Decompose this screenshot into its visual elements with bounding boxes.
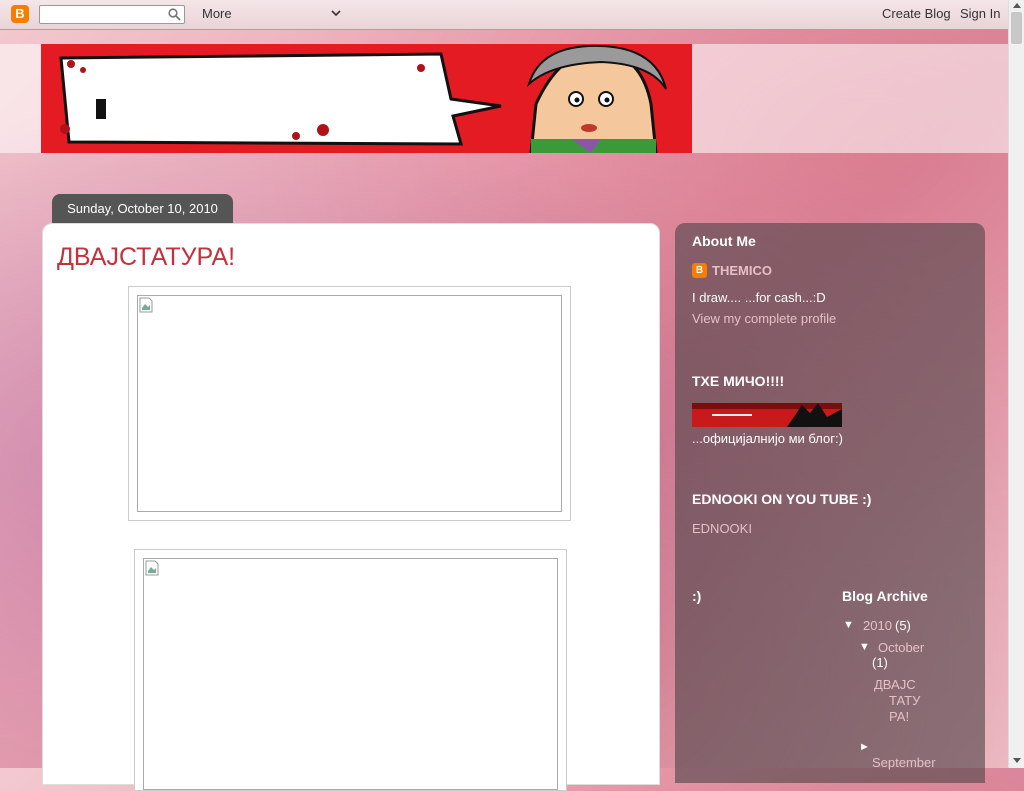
archive-post-link[interactable]: ТАТУ xyxy=(889,693,920,708)
view-profile-link[interactable]: View my complete profile xyxy=(692,311,836,326)
ticho-caption: ...официјалнијо ми блог:) xyxy=(692,431,843,446)
archive-year-link[interactable]: 2010 xyxy=(863,618,892,633)
archive-year-toggle-icon[interactable]: ▼ xyxy=(843,619,854,631)
scroll-up-arrow-icon[interactable] xyxy=(1013,3,1021,8)
scroll-thumb[interactable] xyxy=(1011,12,1022,44)
blogger-profile-icon: B xyxy=(692,263,707,278)
banner-illustration xyxy=(41,44,692,153)
post-image[interactable] xyxy=(143,558,558,790)
blogger-navbar: B More Create Blog Sign In xyxy=(0,0,1008,30)
archive-post-link[interactable]: РА! xyxy=(889,709,909,724)
archive-post-link[interactable]: ДВАЈС xyxy=(874,677,916,692)
archive-month-count: (1) xyxy=(872,655,888,670)
ticho-banner-illustration xyxy=(692,403,842,427)
blog-archive-heading: Blog Archive xyxy=(842,588,928,604)
scroll-down-arrow-icon[interactable] xyxy=(1013,758,1021,763)
archive-month-link[interactable]: October xyxy=(878,640,924,655)
ednooki-youtube-link[interactable]: EDNOOKI xyxy=(692,521,752,536)
post-image-frame xyxy=(128,286,571,521)
youtube-heading: EDNOOKI ON YOU TUBE :) xyxy=(692,491,872,507)
blogger-logo-icon[interactable]: B xyxy=(11,5,29,23)
post-title-link[interactable]: ДВАЈСТАТУРА! xyxy=(57,243,235,272)
main-post-column: ДВАЈСТАТУРА! xyxy=(42,223,660,791)
profile-name-link[interactable]: THEMICO xyxy=(712,263,772,278)
archive-year-count: (5) xyxy=(895,618,911,633)
blog-header-banner[interactable] xyxy=(41,44,692,153)
navbar-search-input[interactable] xyxy=(40,6,168,23)
about-me-heading: About Me xyxy=(692,233,756,249)
ticho-banner-image[interactable] xyxy=(692,403,842,427)
post-image-frame xyxy=(134,549,567,791)
profile-bio: I draw.... ...for cash...:D xyxy=(692,290,826,305)
sign-in-link[interactable]: Sign In xyxy=(960,6,1000,21)
navbar-search-box xyxy=(39,5,185,24)
archive-next-month-toggle-icon[interactable]: ► xyxy=(859,741,870,753)
create-blog-link[interactable]: Create Blog xyxy=(882,6,951,21)
smiley-heading: :) xyxy=(692,588,702,604)
search-icon[interactable] xyxy=(168,8,181,21)
page-scrollbar[interactable] xyxy=(1008,0,1024,768)
post-image[interactable] xyxy=(137,295,562,512)
broken-image-icon xyxy=(145,560,159,576)
broken-image-icon xyxy=(139,297,153,313)
sidebar: About Me B THEMICO I draw.... ...for cas… xyxy=(675,223,985,783)
post-date-header: Sunday, October 10, 2010 xyxy=(52,194,233,223)
chevron-down-icon[interactable] xyxy=(330,7,342,19)
ticho-heading: ТХЕ МИЧО!!!! xyxy=(692,373,785,389)
more-menu-button[interactable]: More xyxy=(202,6,232,21)
archive-month-toggle-icon[interactable]: ▼ xyxy=(859,641,870,653)
